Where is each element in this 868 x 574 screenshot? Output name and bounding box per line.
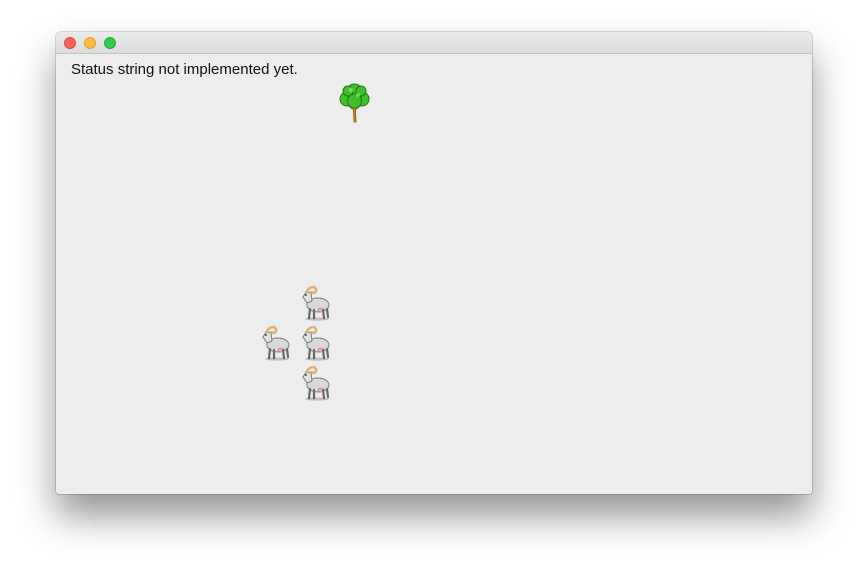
zoom-window-button[interactable]: [104, 37, 116, 49]
title-bar[interactable]: [56, 32, 812, 54]
close-window-button[interactable]: [64, 37, 76, 49]
simulation-canvas[interactable]: Status string not implemented yet.: [56, 54, 812, 494]
minimize-window-button[interactable]: [84, 37, 96, 49]
status-text: Status string not implemented yet.: [71, 61, 298, 78]
goat-icon: [295, 281, 337, 323]
goat-icon: [295, 361, 337, 403]
tree-icon: [334, 82, 376, 124]
app-window: Status string not implemented yet.: [56, 32, 812, 494]
goat-icon: [255, 321, 297, 363]
goat-icon: [295, 321, 337, 363]
